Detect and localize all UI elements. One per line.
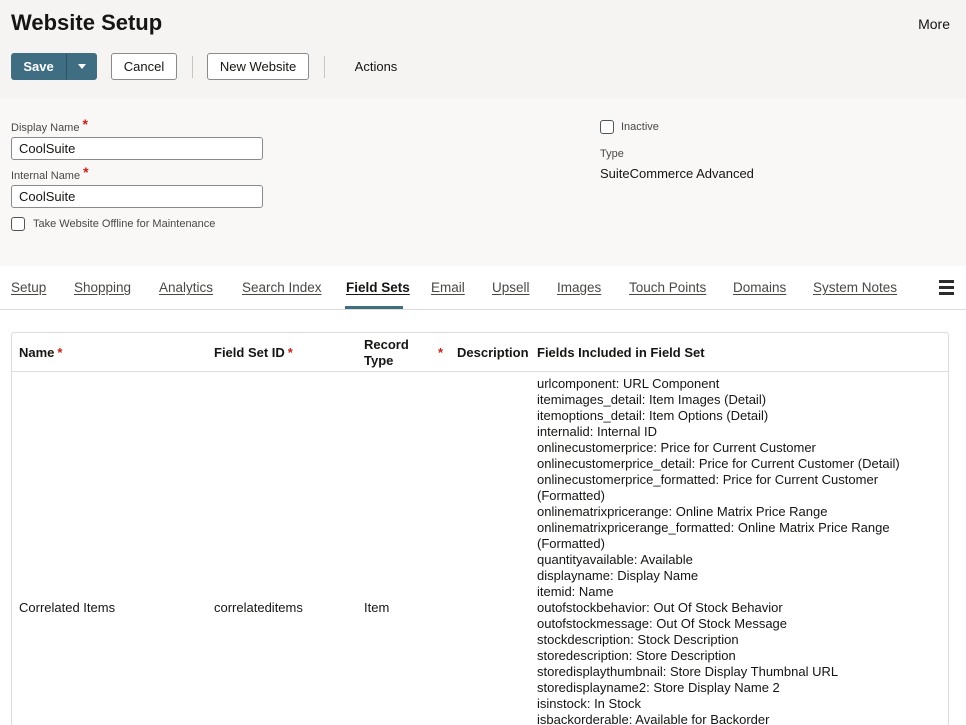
active-tab-indicator bbox=[345, 306, 403, 309]
toolbar-divider bbox=[324, 56, 325, 78]
list-item: isbackorderable: Available for Backorder bbox=[537, 712, 770, 725]
tab-domains[interactable]: Domains bbox=[733, 280, 786, 295]
tab-images[interactable]: Images bbox=[557, 280, 601, 295]
tab-touch-points[interactable]: Touch Points bbox=[629, 280, 706, 295]
field-sets-table: Name * Field Set ID * Record Type * Descri… bbox=[11, 332, 949, 725]
inactive-checkbox[interactable] bbox=[600, 120, 614, 134]
caret-down-icon bbox=[77, 64, 86, 69]
hamburger-menu-icon[interactable] bbox=[939, 280, 954, 295]
list-item: quantityavailable: Available bbox=[537, 552, 693, 567]
save-button[interactable]: Save bbox=[11, 53, 66, 80]
column-header-field-set-id[interactable]: Field Set ID * bbox=[214, 345, 293, 360]
subtab-bar: Setup Shopping Analytics Search Index Fi… bbox=[0, 266, 966, 310]
inactive-label: Inactive bbox=[621, 121, 659, 133]
offline-maintenance-checkbox[interactable] bbox=[11, 217, 25, 231]
list-item: stockdescription: Stock Description bbox=[537, 632, 739, 647]
list-item: urlcomponent: URL Component bbox=[537, 376, 720, 391]
required-indicator: * bbox=[82, 116, 88, 132]
list-item: outofstockbehavior: Out Of Stock Behavio… bbox=[537, 600, 783, 615]
new-website-button[interactable]: New Website bbox=[207, 53, 309, 80]
cancel-button[interactable]: Cancel bbox=[111, 53, 177, 80]
list-item: storedisplaythumbnail: Store Display Thu… bbox=[537, 664, 839, 679]
tab-setup[interactable]: Setup bbox=[11, 280, 46, 295]
list-item: onlinematrixpricerange_formatted: Online… bbox=[537, 520, 890, 551]
column-header-name[interactable]: Name * bbox=[19, 345, 62, 360]
required-indicator: * bbox=[83, 164, 89, 180]
required-indicator: * bbox=[287, 345, 293, 360]
page-title: Website Setup bbox=[11, 10, 163, 35]
list-item: displayname: Display Name bbox=[537, 568, 699, 583]
primary-information-form: Display Name * CoolSuite Internal Name * C… bbox=[0, 98, 966, 266]
list-item: onlinematrixpricerange: Online Matrix Pr… bbox=[537, 504, 828, 519]
row-field-set-id-cell[interactable]: correlateditems bbox=[214, 600, 303, 615]
actions-button[interactable]: Actions bbox=[340, 53, 412, 80]
type-value: SuiteCommerce Advanced bbox=[600, 166, 754, 181]
tab-field-sets[interactable]: Field Sets bbox=[346, 280, 410, 295]
list-item: internalid: Internal ID bbox=[537, 424, 657, 439]
header-divider bbox=[12, 371, 948, 372]
save-options-button[interactable] bbox=[66, 53, 97, 80]
display-name-label: Display Name * bbox=[11, 116, 88, 134]
toolbar-divider bbox=[192, 56, 193, 78]
list-item: storedisplayname2: Store Display Name 2 bbox=[537, 680, 780, 695]
required-indicator: * bbox=[57, 345, 63, 360]
internal-name-label: Internal Name * bbox=[11, 164, 89, 182]
offline-maintenance-label: Take Website Offline for Maintenance bbox=[33, 218, 216, 230]
display-name-field[interactable]: CoolSuite bbox=[11, 137, 263, 160]
list-item: itemid: Name bbox=[537, 584, 614, 599]
row-record-type-cell[interactable]: Item bbox=[364, 600, 389, 615]
tab-search-index[interactable]: Search Index bbox=[242, 280, 322, 295]
row-name-cell[interactable]: Correlated Items bbox=[19, 600, 115, 615]
tab-analytics[interactable]: Analytics bbox=[159, 280, 213, 295]
type-label: Type bbox=[600, 148, 624, 160]
column-header-fields-included[interactable]: Fields Included in Field Set bbox=[537, 345, 705, 360]
row-fields-included-cell[interactable]: urlcomponent: URL Component itemimages_d… bbox=[537, 376, 917, 725]
list-item: isinstock: In Stock bbox=[537, 696, 642, 711]
list-item: itemoptions_detail: Item Options (Detail… bbox=[537, 408, 769, 423]
page-header: Website Setup More Save Cancel New Websi… bbox=[0, 0, 966, 98]
column-header-description[interactable]: Description bbox=[457, 345, 529, 360]
tab-system-notes[interactable]: System Notes bbox=[813, 280, 897, 295]
list-item: onlinecustomerprice: Price for Current C… bbox=[537, 440, 816, 455]
record-type-required-indicator: * bbox=[438, 345, 444, 360]
list-item: storedescription: Store Description bbox=[537, 648, 736, 663]
tab-shopping[interactable]: Shopping bbox=[74, 280, 131, 295]
more-menu-link[interactable]: More bbox=[918, 16, 950, 32]
list-item: itemimages_detail: Item Images (Detail) bbox=[537, 392, 767, 407]
internal-name-field[interactable]: CoolSuite bbox=[11, 185, 263, 208]
list-item: onlinecustomerprice_formatted: Price for… bbox=[537, 472, 879, 503]
list-item: outofstockmessage: Out Of Stock Message bbox=[537, 616, 788, 631]
tab-email[interactable]: Email bbox=[431, 280, 465, 295]
list-item: onlinecustomerprice_detail: Price for Cu… bbox=[537, 456, 900, 471]
column-header-record-type[interactable]: Record Type bbox=[364, 337, 409, 369]
tab-upsell[interactable]: Upsell bbox=[492, 280, 530, 295]
